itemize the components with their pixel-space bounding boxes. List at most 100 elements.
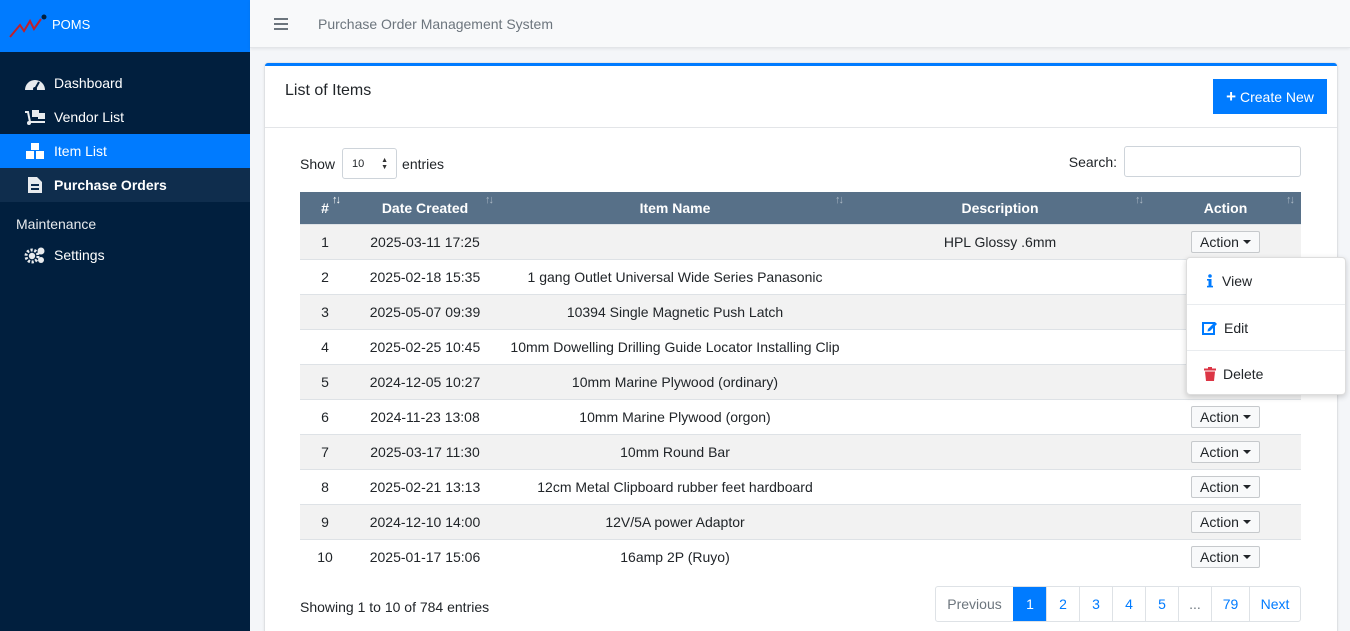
cell-action: Action (1150, 433, 1301, 469)
cell-description (850, 398, 1150, 434)
table-row: 7 2025-03-17 11:30 10mm Round Bar Action (300, 433, 1301, 469)
search-input[interactable] (1124, 146, 1301, 177)
delete-label: Delete (1223, 365, 1264, 382)
brand-logo-icon (9, 14, 47, 38)
sort-icon: ↑↓ (835, 194, 844, 206)
cell-description (850, 258, 1150, 294)
cell-number: 5 (300, 363, 350, 399)
plus-icon: + (1226, 87, 1236, 106)
action-button[interactable]: Action (1191, 405, 1260, 428)
sort-arrows-icon: ▲ ▼ (381, 157, 389, 171)
sidebar-item-purchase-orders[interactable]: Purchase Orders (0, 168, 250, 202)
items-table-body: 1 2025-03-11 17:25 HPL Glossy .6mm Actio… (300, 223, 1301, 574)
caret-down-icon (1242, 449, 1251, 454)
sidebar-item-settings[interactable]: Settings (0, 238, 250, 272)
page-button[interactable]: 5 (1145, 587, 1178, 621)
page-next-button[interactable]: Next (1249, 587, 1300, 621)
delete-menu-item[interactable]: Delete (1187, 350, 1345, 396)
pagination: Previous 1 2 3 4 5 ... 79 Next (935, 586, 1301, 622)
items-table: # ↑↓ Date Created ↑↓ Item Name ↑↓ Descripti… (300, 192, 1301, 574)
cell-number: 4 (300, 328, 350, 364)
table-info: Showing 1 to 10 of 784 entries (300, 599, 490, 615)
cell-number: 3 (300, 293, 350, 329)
action-button[interactable]: Action (1191, 545, 1260, 568)
page-length-value: 10 (352, 157, 365, 170)
page-button[interactable]: 2 (1046, 587, 1079, 621)
page-previous-button[interactable]: Previous (936, 587, 1013, 621)
column-header-number[interactable]: # ↑↓ (300, 192, 350, 224)
action-dropdown-menu: View Edit Delete (1186, 257, 1346, 395)
tachometer-icon (24, 73, 46, 93)
cell-date: 2024-11-23 13:08 (350, 398, 500, 434)
page-button[interactable]: 3 (1079, 587, 1112, 621)
page-button[interactable]: 79 (1211, 587, 1249, 621)
column-header-date[interactable]: Date Created ↑↓ (350, 192, 500, 224)
caret-down-icon (1242, 554, 1251, 559)
column-header-description[interactable]: Description ↑↓ (850, 192, 1150, 224)
show-label: Show (300, 155, 336, 172)
page-ellipsis: ... (1178, 587, 1211, 621)
trash-icon (1202, 366, 1218, 381)
page-button[interactable]: 4 (1112, 587, 1145, 621)
sidebar-item-dashboard[interactable]: Dashboard (0, 66, 250, 100)
caret-down-icon (1242, 484, 1251, 489)
table-row: 1 2025-03-11 17:25 HPL Glossy .6mm Actio… (300, 223, 1301, 259)
cell-action: Action (1150, 468, 1301, 504)
table-row: 2 2025-02-18 15:35 1 gang Outlet Univers… (300, 258, 1301, 294)
page-button[interactable]: 1 (1013, 587, 1046, 621)
card-title: List of Items (285, 82, 372, 99)
action-button[interactable]: Action (1191, 230, 1260, 253)
cell-date: 2025-03-11 17:25 (350, 223, 500, 259)
caret-down-icon (1242, 519, 1251, 524)
search-label: Search: (1068, 153, 1117, 170)
info-icon (1202, 274, 1218, 288)
view-menu-item[interactable]: View (1187, 258, 1345, 304)
cell-number: 10 (300, 538, 350, 574)
boxes-icon (24, 141, 46, 161)
create-new-button[interactable]: + Create New (1213, 79, 1327, 114)
cell-action: Action (1150, 223, 1301, 259)
action-button[interactable]: Action (1191, 440, 1260, 463)
cell-item-name: 10mm Marine Plywood (ordinary) (500, 363, 850, 399)
sidebar-item-label: Settings (54, 247, 105, 263)
cell-action: Action (1150, 398, 1301, 434)
cell-number: 8 (300, 468, 350, 504)
cell-number: 2 (300, 258, 350, 294)
sort-icon: ↑↓ (332, 194, 341, 206)
cell-date: 2025-02-21 13:13 (350, 468, 500, 504)
sidebar-item-label: Item List (54, 143, 107, 159)
bars-icon[interactable] (274, 17, 288, 30)
cell-date: 2024-12-05 10:27 (350, 363, 500, 399)
entries-label: entries (402, 155, 445, 172)
truck-loading-icon (24, 107, 46, 127)
page-title: Purchase Order Management System (318, 15, 553, 32)
cell-description (850, 363, 1150, 399)
table-row: 5 2024-12-05 10:27 10mm Marine Plywood (… (300, 363, 1301, 399)
column-header-item-name[interactable]: Item Name ↑↓ (500, 192, 850, 224)
action-button[interactable]: Action (1191, 510, 1260, 533)
cell-date: 2025-02-25 10:45 (350, 328, 500, 364)
column-header-action[interactable]: Action ↑↓ (1150, 192, 1301, 224)
table-row: 9 2024-12-10 14:00 12V/5A power Adaptor … (300, 503, 1301, 539)
cell-date: 2025-01-17 15:06 (350, 538, 500, 574)
sidebar-item-item-list[interactable]: Item List (0, 134, 250, 168)
cell-item-name: 12cm Metal Clipboard rubber feet hardboa… (500, 468, 850, 504)
sidebar: POMS Dashboard Vendor List Item List Pur… (0, 0, 250, 631)
sidebar-nav: Dashboard Vendor List Item List Purchase… (0, 66, 250, 272)
cell-number: 9 (300, 503, 350, 539)
edit-menu-item[interactable]: Edit (1187, 304, 1345, 350)
cell-number: 7 (300, 433, 350, 469)
card-header: List of Items + Create New (265, 66, 1337, 128)
cell-description (850, 433, 1150, 469)
table-row: 3 2025-05-07 09:39 10394 Single Magnetic… (300, 293, 1301, 329)
brand[interactable]: POMS (0, 0, 250, 52)
page-length-select[interactable]: 10 ▲ ▼ (342, 148, 398, 179)
sidebar-item-label: Purchase Orders (54, 177, 167, 193)
sidebar-item-vendor-list[interactable]: Vendor List (0, 100, 250, 134)
cell-description (850, 468, 1150, 504)
table-row: 6 2024-11-23 13:08 10mm Marine Plywood (… (300, 398, 1301, 434)
cell-date: 2025-05-07 09:39 (350, 293, 500, 329)
action-button[interactable]: Action (1191, 475, 1260, 498)
sort-icon: ↑↓ (1135, 194, 1144, 206)
cell-item-name: 10mm Round Bar (500, 433, 850, 469)
